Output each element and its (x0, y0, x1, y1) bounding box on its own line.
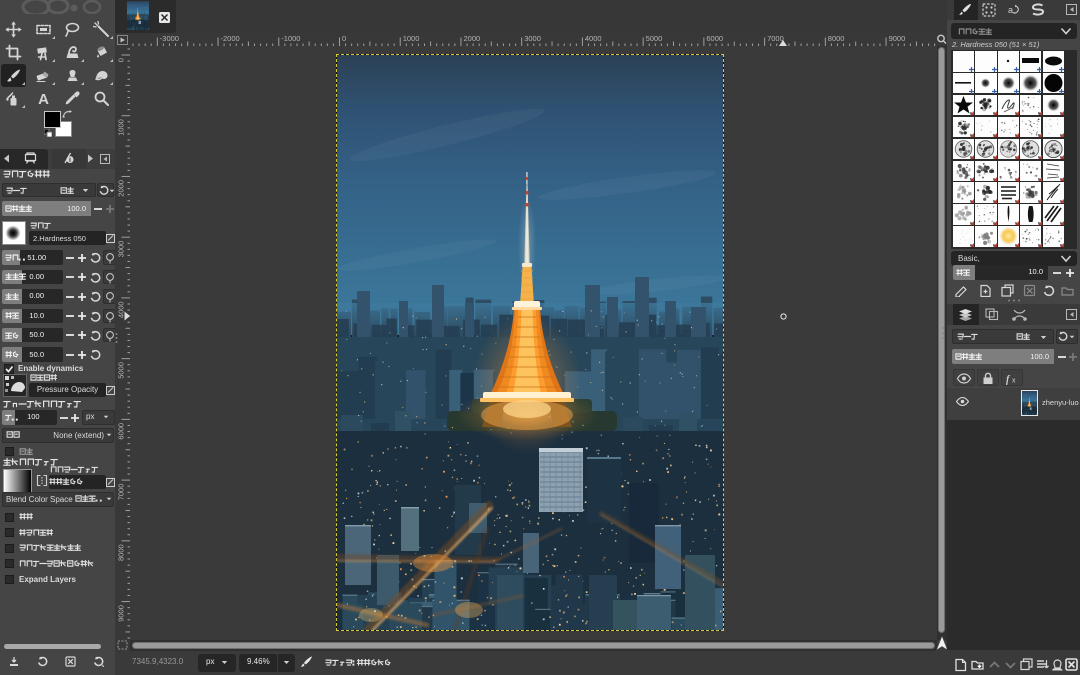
svg-text:3000: 3000 (524, 34, 541, 43)
svg-text:9000: 9000 (117, 605, 126, 622)
svg-text:f: f (1006, 375, 1011, 386)
svg-text:.: . (96, 495, 98, 503)
svg-text:0: 0 (342, 34, 346, 43)
svg-text:2000: 2000 (117, 180, 126, 197)
svg-text:4000: 4000 (585, 34, 602, 43)
svg-text:1000: 1000 (403, 34, 420, 43)
svg-text:5000: 5000 (646, 34, 663, 43)
svg-text:-2000: -2000 (221, 34, 240, 43)
svg-text:7000: 7000 (767, 34, 784, 43)
svg-text:3000: 3000 (117, 241, 126, 258)
svg-text:0: 0 (117, 58, 126, 62)
svg-text:1000: 1000 (117, 119, 126, 136)
svg-text:9000: 9000 (889, 34, 906, 43)
svg-text:A: A (38, 91, 49, 107)
svg-text:6000: 6000 (117, 423, 126, 440)
svg-text:i: i (69, 157, 71, 164)
svg-text:8000: 8000 (828, 34, 845, 43)
svg-text:x: x (1012, 378, 1016, 385)
svg-text:-3000: -3000 (160, 34, 179, 43)
svg-text:8000: 8000 (117, 544, 126, 561)
svg-text:5000: 5000 (117, 362, 126, 379)
svg-text:6000: 6000 (706, 34, 723, 43)
svg-text:.: . (100, 495, 102, 503)
svg-text:4000: 4000 (117, 301, 126, 318)
svg-text:2000: 2000 (464, 34, 481, 43)
svg-text:-1000: -1000 (281, 34, 300, 43)
svg-text:a: a (1008, 5, 1013, 15)
svg-text:7000: 7000 (117, 484, 126, 501)
svg-text::: : (352, 659, 354, 667)
